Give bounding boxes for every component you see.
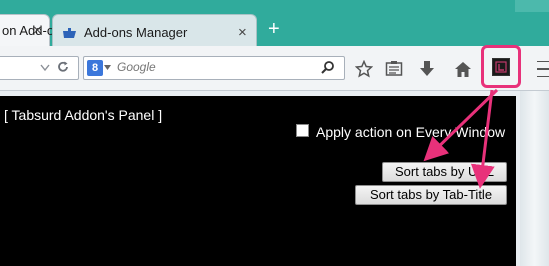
close-icon[interactable]: ×	[238, 24, 247, 41]
panel-title: [ Tabsurd Addon's Panel ]	[4, 107, 163, 123]
search-icon[interactable]	[320, 60, 335, 75]
new-tab-icon[interactable]: +	[268, 18, 280, 41]
close-icon[interactable]: ×	[33, 22, 42, 39]
search-input[interactable]: Google	[117, 60, 156, 74]
download-icon[interactable]	[415, 58, 439, 80]
chevron-down-icon[interactable]	[40, 64, 50, 72]
puzzle-icon	[63, 28, 76, 38]
page-edge	[520, 91, 549, 266]
window-control[interactable]	[515, 0, 549, 12]
menu-icon[interactable]	[532, 58, 549, 80]
home-icon[interactable]	[451, 58, 475, 80]
sort-by-url-button[interactable]: Sort tabs by URL	[382, 162, 507, 182]
search-engine-icon[interactable]: 8	[87, 60, 103, 76]
reading-list-icon[interactable]	[382, 58, 406, 80]
apply-every-window-checkbox[interactable]	[296, 124, 309, 137]
tabsurd-addon-icon[interactable]	[492, 58, 510, 76]
apply-every-window-label: Apply action on Every Window	[316, 124, 506, 140]
chevron-down-icon[interactable]	[104, 65, 111, 70]
sort-by-title-button[interactable]: Sort tabs by Tab-Title	[355, 185, 507, 205]
star-icon[interactable]	[352, 58, 376, 80]
tab-addons-manager-label: Add-ons Manager	[84, 25, 188, 40]
reload-icon[interactable]	[56, 60, 70, 74]
